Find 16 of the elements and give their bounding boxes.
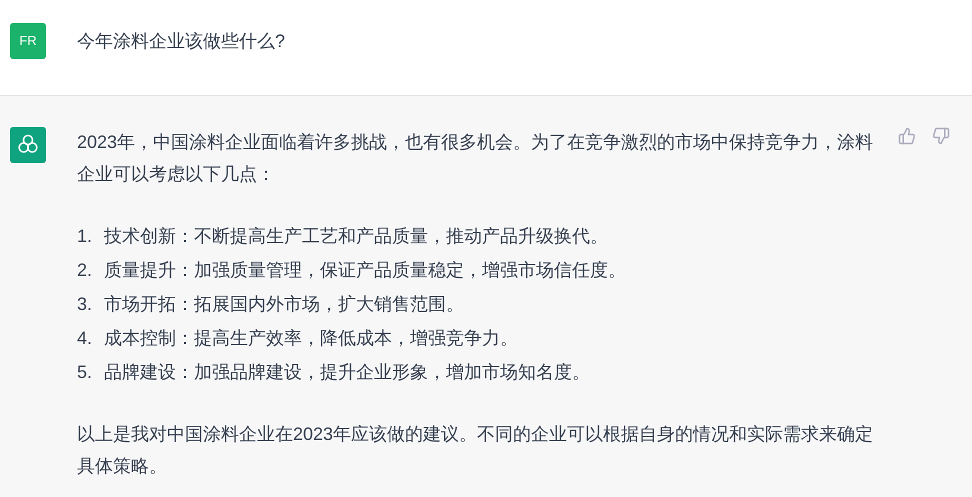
reply-intro: 2023年，中国涂料企业面临着许多挑战，也有很多机会。为了在竞争激烈的市场中保持竞争力，涂料企业可以考虑以下几点： <box>77 131 874 186</box>
list-number: 2. <box>77 259 94 282</box>
user-message: 今年涂料企业该做些什么? <box>77 30 286 53</box>
list-item-text: 市场开拓：拓展国内外市场，扩大销售范围。 <box>104 293 464 316</box>
thumbs-up-button[interactable] <box>898 127 916 145</box>
list-item-text: 品牌建设：加强品牌建设，提升企业形象，增加市场知名度。 <box>104 361 590 384</box>
list-number: 1. <box>77 225 94 248</box>
thumbs-down-button[interactable] <box>932 127 950 145</box>
list-item-text: 成本控制：提高生产效率，降低成本，增强竞争力。 <box>104 327 518 350</box>
list-item-text: 技术创新：不断提高生产工艺和产品质量，推动产品升级换代。 <box>104 225 608 248</box>
list-number: 5. <box>77 361 94 384</box>
list-item-text: 质量提升：加强质量管理，保证产品质量稳定，增强市场信任度。 <box>104 259 626 282</box>
list-number: 3. <box>77 293 94 316</box>
user-avatar: FR <box>10 23 46 59</box>
reply-closing: 以上是我对中国涂料企业在2023年应该做的建议。不同的企业可以根据自身的情况和实际需求来确定具体策略。 <box>77 423 874 478</box>
list-number: 4. <box>77 327 94 350</box>
